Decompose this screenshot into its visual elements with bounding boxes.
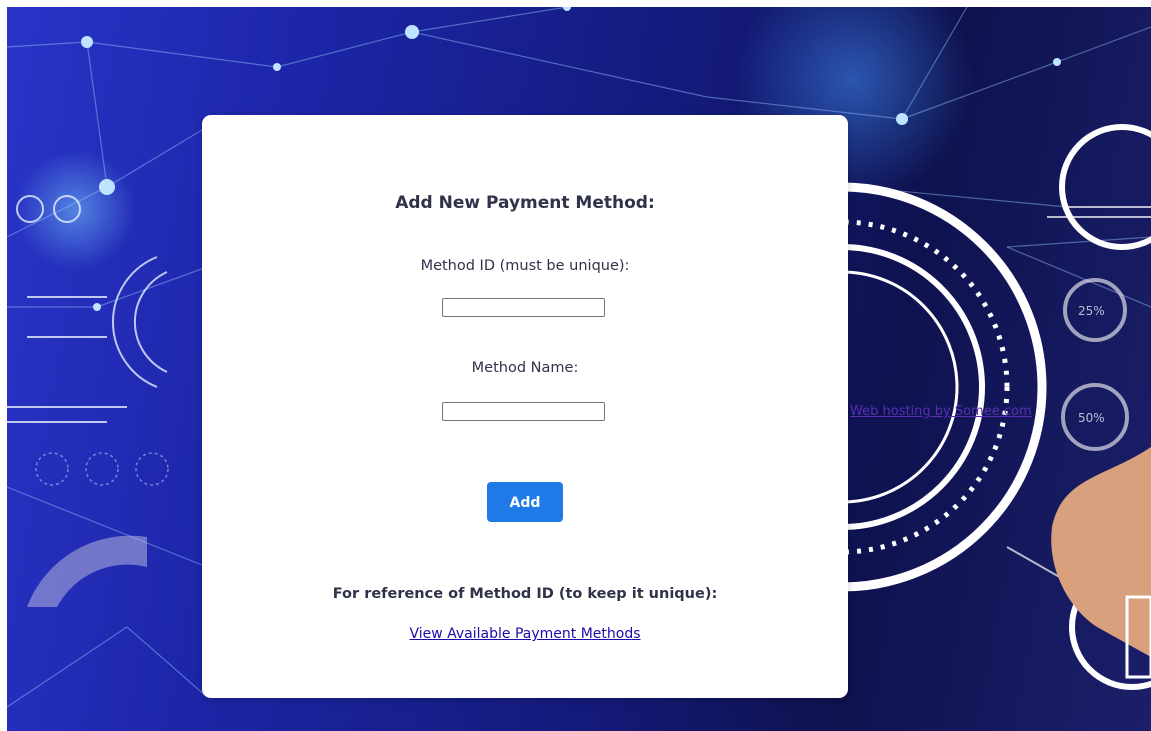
method-name-input[interactable] — [442, 402, 605, 421]
method-id-label: Method ID (must be unique): — [420, 258, 630, 274]
hosting-credit-link[interactable]: Web hosting by Somee.com — [850, 404, 1032, 419]
gauge-bottom-label: 50% — [1078, 411, 1105, 425]
view-payment-methods-link[interactable]: View Available Payment Methods — [202, 626, 848, 642]
reference-text: For reference of Method ID (to keep it u… — [332, 586, 718, 602]
method-name-label: Method Name: — [471, 360, 579, 376]
form-title: Add New Payment Method: — [395, 193, 655, 213]
add-button[interactable]: Add — [487, 482, 563, 522]
method-id-input[interactable] — [442, 298, 605, 317]
payment-method-form-card: Add New Payment Method: Method ID (must … — [202, 115, 848, 698]
gauge-top-label: 25% — [1078, 304, 1105, 318]
